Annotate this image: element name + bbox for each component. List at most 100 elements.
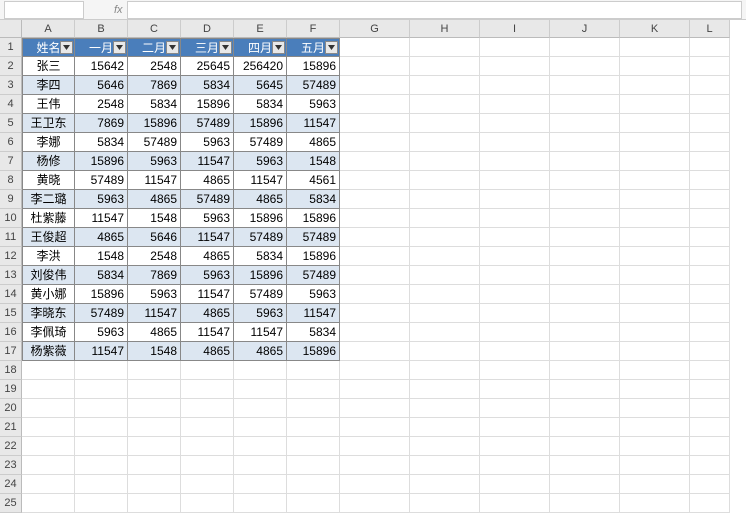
row-header-4[interactable]: 4	[0, 95, 22, 114]
empty-cell[interactable]	[480, 190, 550, 209]
name-cell[interactable]: 李洪	[22, 247, 75, 266]
empty-cell[interactable]	[690, 380, 730, 399]
value-cell[interactable]: 7869	[128, 266, 181, 285]
empty-cell[interactable]	[340, 95, 410, 114]
value-cell[interactable]: 57489	[234, 133, 287, 152]
empty-cell[interactable]	[75, 418, 128, 437]
row-header-2[interactable]: 2	[0, 57, 22, 76]
name-cell[interactable]: 杨紫薇	[22, 342, 75, 361]
value-cell[interactable]: 5963	[234, 152, 287, 171]
column-header-B[interactable]: B	[75, 20, 128, 38]
empty-cell[interactable]	[620, 76, 690, 95]
empty-cell[interactable]	[550, 209, 620, 228]
empty-cell[interactable]	[340, 133, 410, 152]
empty-cell[interactable]	[340, 152, 410, 171]
column-header-C[interactable]: C	[128, 20, 181, 38]
value-cell[interactable]: 4865	[181, 304, 234, 323]
empty-cell[interactable]	[287, 475, 340, 494]
value-cell[interactable]: 5963	[181, 266, 234, 285]
empty-cell[interactable]	[480, 171, 550, 190]
empty-cell[interactable]	[340, 361, 410, 380]
value-cell[interactable]: 5834	[234, 247, 287, 266]
empty-cell[interactable]	[620, 171, 690, 190]
row-header-17[interactable]: 17	[0, 342, 22, 361]
filter-dropdown-icon[interactable]	[219, 41, 232, 54]
value-cell[interactable]: 5834	[75, 266, 128, 285]
empty-cell[interactable]	[550, 171, 620, 190]
empty-cell[interactable]	[550, 285, 620, 304]
empty-cell[interactable]	[690, 323, 730, 342]
empty-cell[interactable]	[410, 437, 480, 456]
empty-cell[interactable]	[480, 228, 550, 247]
name-cell[interactable]: 李晓东	[22, 304, 75, 323]
value-cell[interactable]: 5963	[234, 304, 287, 323]
row-header-7[interactable]: 7	[0, 152, 22, 171]
empty-cell[interactable]	[181, 475, 234, 494]
empty-cell[interactable]	[480, 304, 550, 323]
empty-cell[interactable]	[128, 437, 181, 456]
empty-cell[interactable]	[550, 475, 620, 494]
empty-cell[interactable]	[287, 380, 340, 399]
empty-cell[interactable]	[287, 456, 340, 475]
table-header-cell[interactable]: 一月	[75, 38, 128, 57]
value-cell[interactable]: 15896	[128, 114, 181, 133]
name-cell[interactable]: 张三	[22, 57, 75, 76]
table-header-cell[interactable]: 四月	[234, 38, 287, 57]
value-cell[interactable]: 11547	[287, 114, 340, 133]
empty-cell[interactable]	[690, 171, 730, 190]
name-cell[interactable]: 黄晓	[22, 171, 75, 190]
empty-cell[interactable]	[287, 494, 340, 513]
empty-cell[interactable]	[410, 95, 480, 114]
empty-cell[interactable]	[340, 171, 410, 190]
empty-cell[interactable]	[690, 437, 730, 456]
value-cell[interactable]: 57489	[75, 171, 128, 190]
empty-cell[interactable]	[410, 475, 480, 494]
empty-cell[interactable]	[181, 456, 234, 475]
empty-cell[interactable]	[480, 209, 550, 228]
value-cell[interactable]: 4865	[181, 247, 234, 266]
row-header-19[interactable]: 19	[0, 380, 22, 399]
empty-cell[interactable]	[620, 342, 690, 361]
empty-cell[interactable]	[234, 494, 287, 513]
value-cell[interactable]: 5834	[128, 95, 181, 114]
row-header-23[interactable]: 23	[0, 456, 22, 475]
formula-input[interactable]	[127, 1, 742, 19]
filter-dropdown-icon[interactable]	[113, 41, 126, 54]
value-cell[interactable]: 15896	[234, 266, 287, 285]
empty-cell[interactable]	[550, 266, 620, 285]
value-cell[interactable]: 11547	[181, 152, 234, 171]
empty-cell[interactable]	[340, 437, 410, 456]
empty-cell[interactable]	[550, 361, 620, 380]
table-header-cell[interactable]: 三月	[181, 38, 234, 57]
value-cell[interactable]: 57489	[75, 304, 128, 323]
value-cell[interactable]: 4865	[234, 342, 287, 361]
empty-cell[interactable]	[75, 380, 128, 399]
empty-cell[interactable]	[620, 285, 690, 304]
empty-cell[interactable]	[550, 247, 620, 266]
empty-cell[interactable]	[234, 399, 287, 418]
empty-cell[interactable]	[690, 285, 730, 304]
value-cell[interactable]: 5646	[128, 228, 181, 247]
empty-cell[interactable]	[410, 361, 480, 380]
empty-cell[interactable]	[410, 323, 480, 342]
empty-cell[interactable]	[75, 361, 128, 380]
empty-cell[interactable]	[550, 399, 620, 418]
empty-cell[interactable]	[410, 76, 480, 95]
empty-cell[interactable]	[22, 494, 75, 513]
empty-cell[interactable]	[550, 114, 620, 133]
empty-cell[interactable]	[410, 38, 480, 57]
empty-cell[interactable]	[234, 456, 287, 475]
empty-cell[interactable]	[340, 190, 410, 209]
value-cell[interactable]: 57489	[234, 285, 287, 304]
value-cell[interactable]: 256420	[234, 57, 287, 76]
empty-cell[interactable]	[22, 380, 75, 399]
value-cell[interactable]: 5963	[181, 209, 234, 228]
column-header-F[interactable]: F	[287, 20, 340, 38]
value-cell[interactable]: 57489	[287, 76, 340, 95]
empty-cell[interactable]	[410, 399, 480, 418]
empty-cell[interactable]	[340, 38, 410, 57]
empty-cell[interactable]	[480, 57, 550, 76]
empty-cell[interactable]	[287, 437, 340, 456]
empty-cell[interactable]	[75, 494, 128, 513]
empty-cell[interactable]	[550, 456, 620, 475]
